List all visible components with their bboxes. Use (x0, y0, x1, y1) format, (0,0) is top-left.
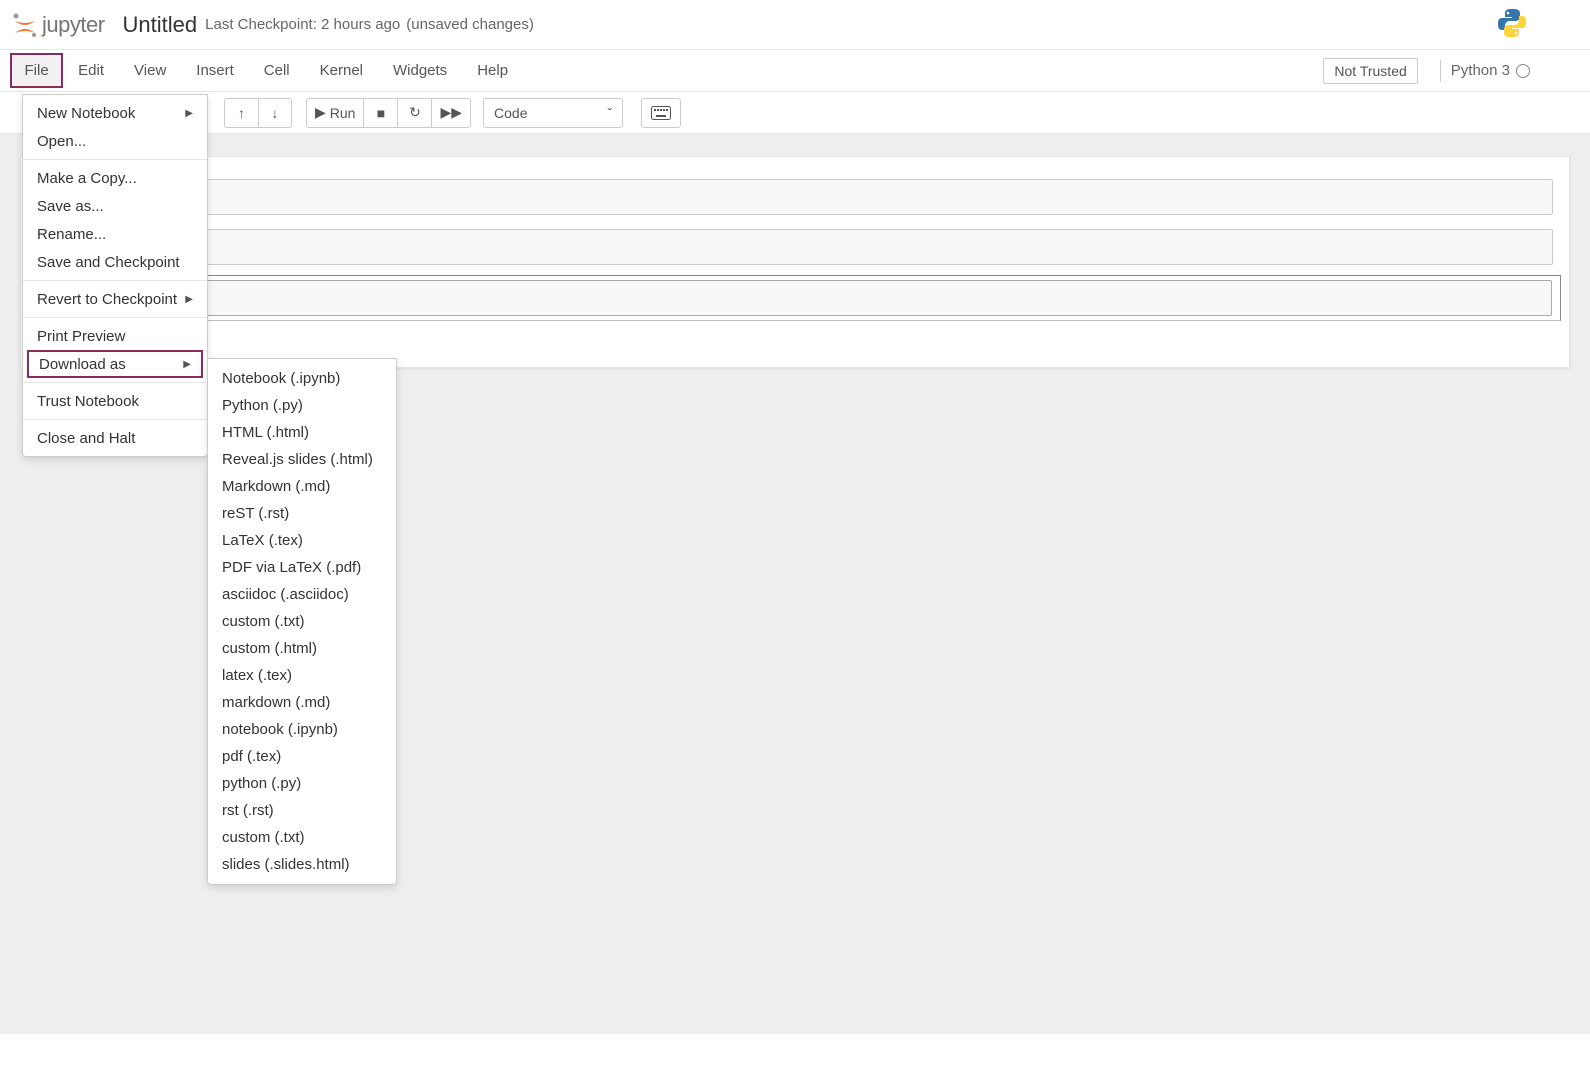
celltype-select[interactable]: Code ˇ (483, 98, 623, 128)
download-as-markdown-md[interactable]: Markdown (.md) (208, 473, 396, 500)
download-as-slides-slides-html[interactable]: slides (.slides.html) (208, 851, 396, 878)
cell-input[interactable] (38, 280, 1552, 316)
download-as-custom-txt[interactable]: custom (.txt) (208, 608, 396, 635)
file-menu-make-a-copy[interactable]: Make a Copy... (23, 164, 207, 192)
menu-divider (23, 317, 207, 318)
download-as-custom-txt[interactable]: custom (.txt) (208, 824, 396, 851)
download-as-notebook-ipynb[interactable]: Notebook (.ipynb) (208, 365, 396, 392)
menu-item-label: Rename... (37, 226, 106, 243)
run-label: Run (330, 105, 356, 121)
code-cell[interactable] (29, 225, 1561, 269)
stop-icon: ■ (377, 105, 385, 121)
move-down-button[interactable]: ↓ (258, 98, 292, 128)
download-as-pdf-tex[interactable]: pdf (.tex) (208, 743, 396, 770)
file-menu-close-and-halt[interactable]: Close and Halt (23, 424, 207, 452)
menu-item-label: Print Preview (37, 328, 125, 345)
download-as-python-py[interactable]: python (.py) (208, 770, 396, 797)
menu-view[interactable]: View (119, 53, 181, 88)
trust-button[interactable]: Not Trusted (1323, 58, 1417, 84)
kernel-indicator[interactable]: Python 3 (1451, 62, 1580, 79)
download-as-html-html[interactable]: HTML (.html) (208, 419, 396, 446)
menu-divider (23, 159, 207, 160)
menu-widgets[interactable]: Widgets (378, 53, 462, 88)
file-menu-open[interactable]: Open... (23, 127, 207, 155)
kernel-name: Python 3 (1451, 62, 1510, 79)
file-menu-save-as[interactable]: Save as... (23, 192, 207, 220)
python-logo (1496, 7, 1528, 42)
jupyter-logo[interactable]: jupyter (12, 11, 105, 39)
menu-help[interactable]: Help (462, 53, 523, 88)
unsaved-label: (unsaved changes) (406, 16, 534, 33)
menu-item-label: New Notebook (37, 105, 135, 122)
code-cell[interactable] (29, 175, 1561, 219)
move-up-button[interactable]: ↑ (224, 98, 258, 128)
caret-right-icon: ▶ (185, 294, 193, 305)
toolbar: ↑ ↓ ▶ Run ■ ↻ ▶▶ Code ˇ (0, 92, 1590, 134)
download-as-latex-tex[interactable]: latex (.tex) (208, 662, 396, 689)
file-menu-revert-to-checkpoint[interactable]: Revert to Checkpoint ▶ (23, 285, 207, 313)
download-as-reveal-js-slides-html[interactable]: Reveal.js slides (.html) (208, 446, 396, 473)
file-menu-download-as[interactable]: Download as ▶ (27, 350, 203, 378)
run-button[interactable]: ▶ Run (306, 98, 363, 128)
command-palette-button[interactable] (641, 98, 681, 128)
menu-file[interactable]: File (10, 53, 63, 88)
fast-forward-icon: ▶▶ (440, 104, 462, 121)
chevron-down-icon: ˇ (607, 105, 612, 121)
code-cell-selected[interactable] (29, 275, 1561, 321)
kernel-idle-icon (1516, 64, 1530, 78)
menu-item-label: Revert to Checkpoint (37, 291, 177, 308)
file-dropdown: New Notebook ▶ Open... Make a Copy... Save a… (22, 94, 208, 457)
menu-item-label: Save as... (37, 198, 104, 215)
menu-divider (23, 280, 207, 281)
menu-divider (23, 382, 207, 383)
menu-item-label: Open... (37, 133, 86, 150)
download-as-notebook-ipynb[interactable]: notebook (.ipynb) (208, 716, 396, 743)
play-icon: ▶ (315, 104, 326, 121)
download-as-rest-rst[interactable]: reST (.rst) (208, 500, 396, 527)
checkpoint-label: Last Checkpoint: 2 hours ago (205, 16, 400, 33)
download-as-latex-tex[interactable]: LaTeX (.tex) (208, 527, 396, 554)
cell-input[interactable] (37, 179, 1553, 215)
separator (1440, 60, 1441, 82)
cell-input[interactable] (37, 229, 1553, 265)
menu-kernel[interactable]: Kernel (305, 53, 378, 88)
download-as-rst-rst[interactable]: rst (.rst) (208, 797, 396, 824)
caret-right-icon: ▶ (183, 359, 191, 370)
restart-icon: ↻ (409, 104, 421, 121)
notebook-title[interactable]: Untitled (123, 12, 198, 38)
menu-edit[interactable]: Edit (63, 53, 119, 88)
file-menu-save-and-checkpoint[interactable]: Save and Checkpoint (23, 248, 207, 276)
file-menu-trust-notebook[interactable]: Trust Notebook (23, 387, 207, 415)
menu-item-label: Make a Copy... (37, 170, 137, 187)
menu-insert[interactable]: Insert (181, 53, 249, 88)
restart-button[interactable]: ↻ (397, 98, 431, 128)
menubar: File Edit View Insert Cell Kernel Widget… (0, 50, 1590, 92)
caret-right-icon: ▶ (185, 108, 193, 119)
arrow-down-icon: ↓ (272, 105, 279, 121)
menu-item-label: Save and Checkpoint (37, 254, 180, 271)
header: jupyter Untitled Last Checkpoint: 2 hour… (0, 0, 1590, 50)
jupyter-text: jupyter (42, 12, 105, 38)
download-as-markdown-md[interactable]: markdown (.md) (208, 689, 396, 716)
arrow-up-icon: ↑ (238, 105, 245, 121)
file-menu-print-preview[interactable]: Print Preview (23, 322, 207, 350)
notebook-container (20, 156, 1570, 368)
restart-run-all-button[interactable]: ▶▶ (431, 98, 471, 128)
download-as-custom-html[interactable]: custom (.html) (208, 635, 396, 662)
jupyter-icon (12, 11, 38, 39)
celltype-value: Code (494, 105, 527, 121)
download-as-python-py[interactable]: Python (.py) (208, 392, 396, 419)
menu-divider (23, 419, 207, 420)
menu-item-label: Trust Notebook (37, 393, 139, 410)
file-menu-new-notebook[interactable]: New Notebook ▶ (23, 99, 207, 127)
download-as-submenu: Notebook (.ipynb)Python (.py)HTML (.html… (207, 358, 397, 885)
menu-cell[interactable]: Cell (249, 53, 305, 88)
keyboard-icon (651, 106, 671, 120)
menu-item-label: Close and Halt (37, 430, 135, 447)
interrupt-button[interactable]: ■ (363, 98, 397, 128)
download-as-asciidoc-asciidoc[interactable]: asciidoc (.asciidoc) (208, 581, 396, 608)
download-as-pdf-via-latex-pdf[interactable]: PDF via LaTeX (.pdf) (208, 554, 396, 581)
file-menu-rename[interactable]: Rename... (23, 220, 207, 248)
menu-item-label: Download as (39, 356, 126, 373)
